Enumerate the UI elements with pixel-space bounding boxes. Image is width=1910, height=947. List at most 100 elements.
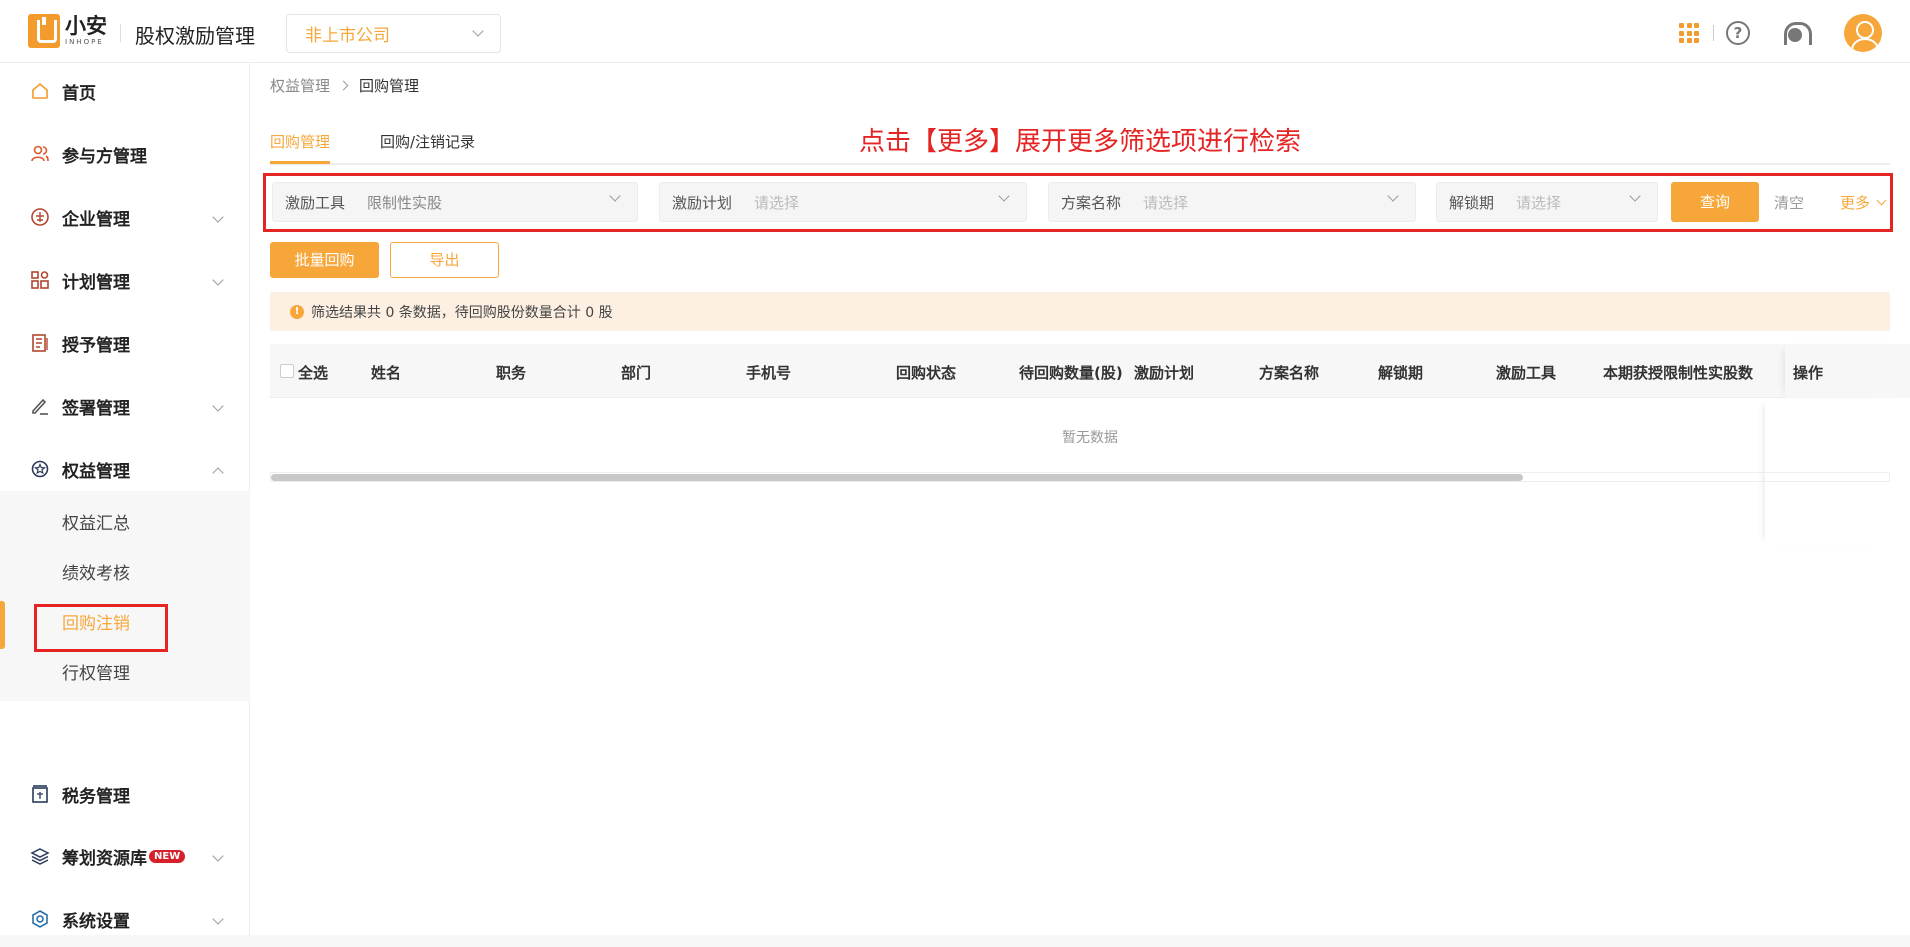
filter-value: 限制性实股	[367, 193, 443, 212]
sidebar-item-label: 权益管理	[62, 461, 130, 482]
column-header: 激励计划	[1134, 364, 1195, 382]
column-header: 解锁期	[1378, 364, 1424, 382]
filter-incentive-plan[interactable]: 激励计划 请选择	[659, 182, 1027, 222]
column-header[interactable]: 全选	[298, 362, 328, 383]
grant-icon	[30, 333, 50, 353]
apps-grid-icon[interactable]	[1679, 23, 1699, 43]
breadcrumb: 权益管理 回购管理	[270, 75, 419, 96]
sidebar-item-equity[interactable]: 权益管理	[0, 441, 250, 497]
equity-submenu: 权益汇总 绩效考核 回购注销 行权管理	[0, 491, 250, 701]
app-logo[interactable]: 小安 INHOPE	[28, 14, 107, 48]
filter-incentive-tool[interactable]: 激励工具 限制性实股	[272, 182, 638, 222]
sidebar-item-resources[interactable]: 筹划资源库 NEW	[0, 828, 250, 884]
logo-divider	[120, 24, 121, 42]
filter-placeholder: 请选择	[754, 193, 800, 212]
annotation-box-menu	[34, 604, 168, 652]
annotation-text: 点击【更多】展开更多筛选项进行检索	[859, 127, 1302, 157]
export-button[interactable]: 导出	[390, 242, 499, 278]
logo-text-cn: 小安	[65, 14, 107, 38]
sidebar-item-label: 企业管理	[62, 209, 130, 230]
sidebar-item-participants[interactable]: 参与方管理	[0, 126, 250, 182]
home-icon	[30, 81, 50, 101]
clear-button[interactable]: 清空	[1774, 192, 1804, 213]
chevron-down-icon	[212, 211, 224, 223]
sidebar: 首页 参与方管理 企业管理 计划管理 授予管理 签署管理 权益管理 权益汇总 绩…	[0, 63, 250, 935]
scrollbar-thumb[interactable]	[271, 474, 1523, 481]
main-content: 权益管理 回购管理 回购管理 回购/注销记录 点击【更多】展开更多筛选项进行检索…	[250, 63, 1910, 935]
column-header: 职务	[496, 364, 527, 382]
sidebar-item-label: 首页	[62, 83, 96, 104]
header-divider	[1713, 25, 1714, 41]
sidebar-item-plan[interactable]: 计划管理	[0, 252, 250, 308]
filter-placeholder: 请选择	[1143, 193, 1189, 212]
column-header: 回购状态	[896, 364, 957, 382]
settings-icon	[30, 909, 50, 929]
filter-scheme-name[interactable]: 方案名称 请选择	[1048, 182, 1416, 222]
sidebar-item-home[interactable]: 首页	[0, 63, 250, 119]
column-header: 待回购数量(股)	[1019, 364, 1123, 382]
select-all-checkbox[interactable]	[280, 364, 294, 378]
breadcrumb-item-current: 回购管理	[359, 77, 420, 95]
chevron-down-icon	[212, 913, 224, 925]
more-filters-button[interactable]: 更多	[1840, 192, 1887, 213]
customer-service-icon[interactable]	[1782, 20, 1812, 46]
horizontal-scrollbar[interactable]	[270, 472, 1890, 482]
filter-label: 方案名称	[1061, 193, 1122, 212]
submenu-item-exercise[interactable]: 行权管理	[62, 659, 130, 684]
column-header: 部门	[621, 364, 652, 382]
top-header: 小安 INHOPE 股权激励管理 非上市公司 ?	[0, 0, 1910, 63]
app-title: 股权激励管理	[135, 24, 255, 48]
company-type-select[interactable]: 非上市公司	[286, 14, 501, 53]
chevron-right-icon	[338, 80, 349, 91]
column-header: 方案名称	[1259, 364, 1320, 382]
submenu-item-equity-summary[interactable]: 权益汇总	[62, 509, 130, 534]
submenu-item-performance[interactable]: 绩效考核	[62, 559, 130, 584]
chevron-down-icon	[212, 274, 224, 286]
tab-buyback-records[interactable]: 回购/注销记录	[380, 131, 475, 152]
enterprise-icon	[30, 207, 50, 227]
column-header: 激励工具	[1496, 364, 1557, 382]
chevron-down-icon	[1876, 195, 1887, 205]
notice-text: 筛选结果共 0 条数据，待回购股份数量合计 0 股	[311, 304, 613, 321]
chevron-down-icon	[1387, 190, 1399, 202]
filter-label: 激励工具	[285, 193, 346, 212]
chevron-down-icon	[212, 400, 224, 412]
tax-icon	[30, 784, 50, 804]
chevron-down-icon	[1629, 190, 1641, 202]
warning-icon: !	[290, 304, 304, 319]
fixed-operation-column: 操作	[1785, 344, 1910, 398]
result-notice: ! 筛选结果共 0 条数据，待回购股份数量合计 0 股	[270, 292, 1890, 331]
query-button[interactable]: 查询	[1671, 182, 1759, 222]
company-type-value: 非上市公司	[305, 26, 390, 46]
filter-label: 激励计划	[672, 193, 733, 212]
sidebar-item-sign[interactable]: 签署管理	[0, 378, 250, 434]
plan-icon	[30, 270, 50, 290]
sidebar-item-label: 系统设置	[62, 911, 130, 932]
filter-label: 解锁期	[1449, 193, 1495, 212]
column-header: 操作	[1793, 364, 1824, 382]
column-header: 手机号	[746, 364, 792, 382]
chevron-down-icon	[609, 190, 621, 202]
chevron-down-icon	[998, 190, 1010, 202]
user-avatar-icon[interactable]	[1844, 14, 1882, 52]
filter-unlock-period[interactable]: 解锁期 请选择	[1436, 182, 1658, 222]
sidebar-item-label: 签署管理	[62, 398, 130, 419]
sidebar-item-label: 筹划资源库	[62, 848, 147, 869]
sidebar-item-enterprise[interactable]: 企业管理	[0, 189, 250, 245]
sidebar-item-tax[interactable]: 税务管理	[0, 766, 250, 822]
layers-icon	[30, 846, 50, 866]
table-header: 全选 姓名 职务 部门 手机号 回购状态 待回购数量(股) 激励计划 方案名称 …	[270, 344, 1910, 398]
help-icon[interactable]: ?	[1726, 21, 1750, 45]
batch-buyback-button[interactable]: 批量回购	[270, 242, 379, 278]
equity-icon	[30, 459, 50, 479]
tab-active-ink	[270, 161, 330, 164]
breadcrumb-item-equity[interactable]: 权益管理	[270, 75, 330, 96]
sidebar-item-label: 计划管理	[62, 272, 130, 293]
tab-buyback[interactable]: 回购管理	[270, 131, 330, 152]
new-badge: NEW	[149, 849, 186, 863]
sidebar-item-settings[interactable]: 系统设置	[0, 891, 250, 947]
sidebar-item-label: 参与方管理	[62, 146, 147, 167]
logo-text-en: INHOPE	[65, 38, 104, 46]
sidebar-item-grant[interactable]: 授予管理	[0, 315, 250, 371]
column-header: 本期获授限制性实股数	[1603, 364, 1754, 382]
